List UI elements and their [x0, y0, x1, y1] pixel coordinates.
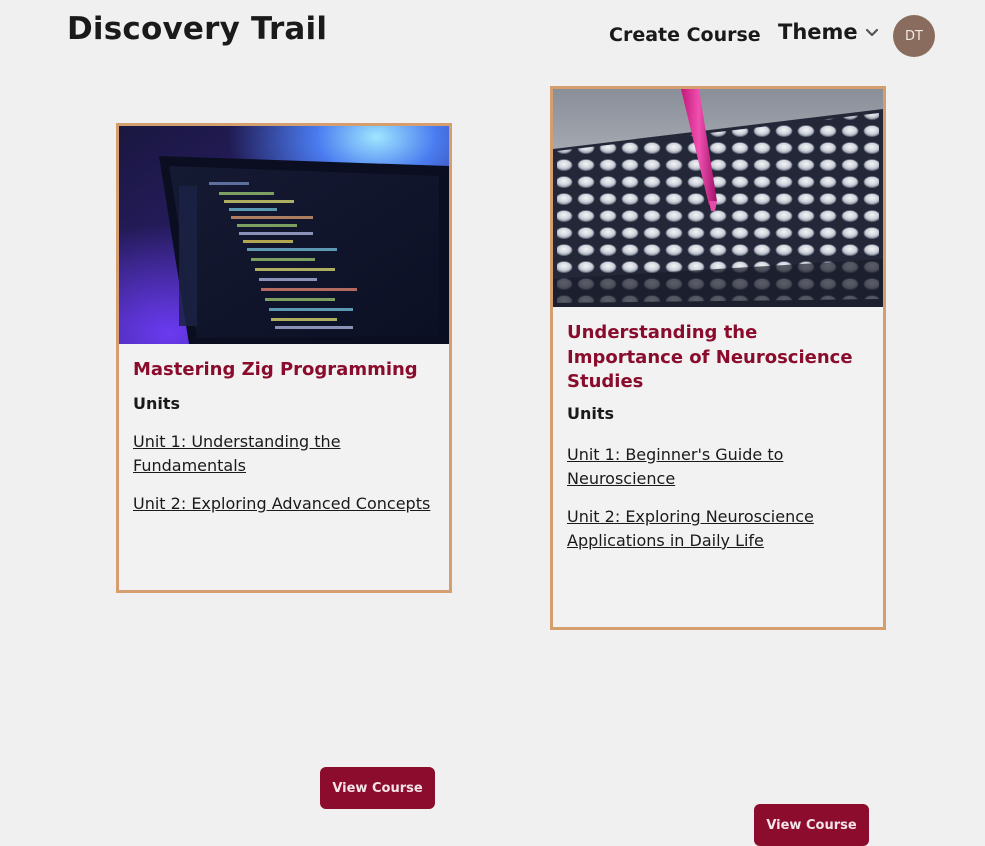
course-title[interactable]: Understanding the Importance of Neurosci… [567, 321, 869, 395]
unit-link[interactable]: Unit 1: Understanding the Fundamentals [133, 430, 435, 479]
course-card-body: Understanding the Importance of Neurosci… [553, 321, 883, 846]
laptop-code-image [119, 126, 449, 344]
units-heading: Units [133, 393, 181, 413]
unit-link[interactable]: Unit 2: Exploring Neuroscience Applicati… [567, 505, 869, 554]
course-card-body: Mastering Zig Programming Units Unit 1: … [119, 358, 449, 809]
view-course-button[interactable]: View Course [754, 804, 869, 846]
unit-link[interactable]: Unit 2: Exploring Advanced Concepts [133, 492, 435, 517]
course-title[interactable]: Mastering Zig Programming [133, 358, 435, 383]
avatar[interactable]: DT [893, 15, 935, 57]
theme-label: Theme [778, 20, 858, 44]
create-course-link[interactable]: Create Course [609, 24, 761, 46]
view-course-button[interactable]: View Course [320, 767, 435, 809]
units-heading: Units [567, 403, 615, 423]
lab-pipette-image [553, 89, 883, 307]
top-navbar: Discovery Trail Create Course Theme DT [0, 0, 985, 70]
unit-link[interactable]: Unit 1: Beginner's Guide to Neuroscience [567, 443, 869, 492]
course-card: Understanding the Importance of Neurosci… [550, 86, 886, 846]
theme-dropdown[interactable]: Theme [778, 20, 879, 44]
chevron-down-icon [865, 28, 879, 38]
course-card: Mastering Zig Programming Units Unit 1: … [116, 123, 452, 809]
brand-title[interactable]: Discovery Trail [67, 11, 327, 47]
